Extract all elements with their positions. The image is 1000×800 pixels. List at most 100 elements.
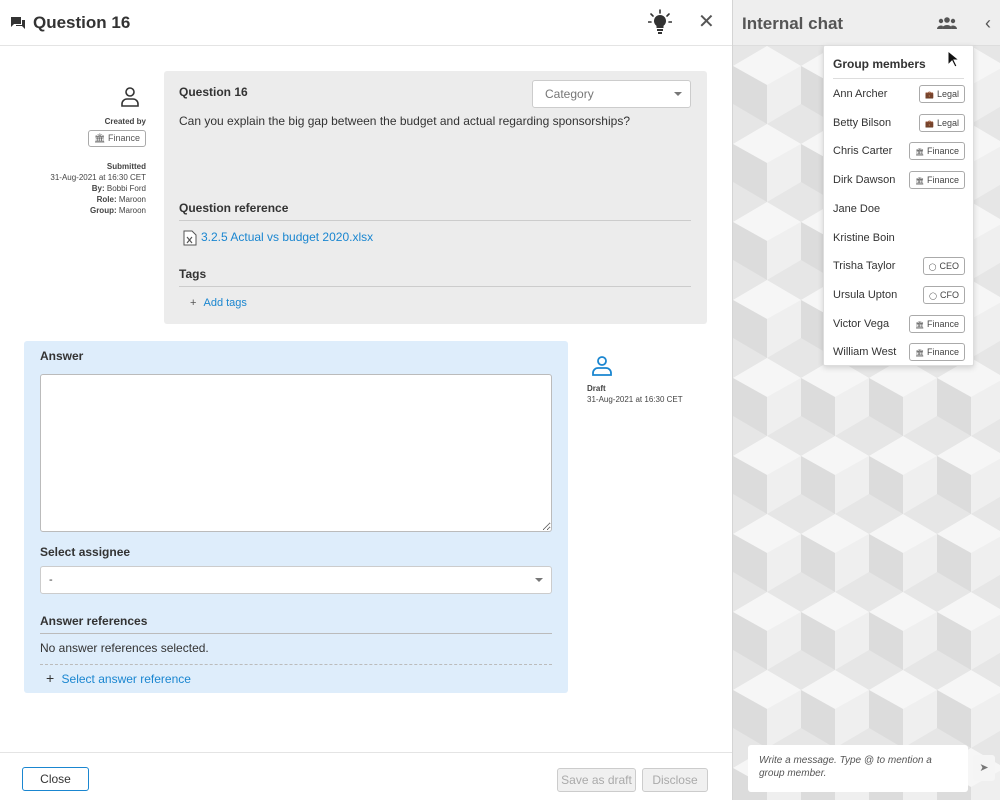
group-label: Group: — [89, 206, 117, 215]
member-row[interactable]: Chris Carter 🏛 Finance — [833, 142, 965, 162]
submitted-by: By: Bobbi Ford — [30, 183, 146, 194]
reference-file-name: 3.2.5 Actual vs budget 2020.xlsx — [201, 230, 374, 245]
member-tag: ◯ CFO — [923, 285, 965, 304]
member-name: Ann Archer — [833, 88, 888, 100]
plus-icon: + — [46, 670, 55, 686]
close-button[interactable]: Close — [22, 767, 89, 791]
no-references-text: No answer references selected. — [40, 641, 209, 655]
member-tag: 🏛 Finance — [909, 171, 965, 190]
divider — [40, 633, 552, 634]
bank-icon: 🏛 — [915, 149, 924, 157]
member-row[interactable]: William West 🏛 Finance — [833, 343, 965, 363]
submitted-label: Submitted — [106, 162, 146, 171]
member-row[interactable]: Dirk Dawson 🏛 Finance — [833, 171, 965, 191]
role-label: Role: — [96, 195, 117, 204]
answer-textarea[interactable] — [40, 374, 552, 532]
lightbulb-icon[interactable] — [648, 9, 672, 35]
answer-section: Answer Select assignee - Answer referenc… — [24, 341, 568, 693]
member-tag-label: Finance — [926, 146, 959, 157]
bank-icon: 🏛 — [94, 133, 106, 143]
close-icon[interactable]: ✕ — [698, 12, 715, 32]
chevron-left-icon[interactable]: ‹ — [985, 13, 991, 34]
member-tag: 💼 Legal — [919, 85, 965, 103]
question-header: Question 16 ✕ — [0, 0, 732, 46]
by-label: By: — [91, 184, 105, 193]
bank-icon: 🏛 — [915, 350, 924, 358]
add-tags-label: Add tags — [203, 297, 247, 309]
member-name: William West — [833, 346, 897, 359]
member-name: Chris Carter — [833, 145, 893, 158]
member-name: Betty Bilson — [833, 116, 892, 129]
member-tag: 🏛 Finance — [909, 314, 965, 333]
chat-bubble-icon — [11, 17, 25, 29]
draft-label: Draft — [587, 384, 606, 393]
member-row[interactable]: Trisha Taylor ◯ CEO — [833, 257, 965, 277]
internal-chat-panel: Internal chat ‹ Group members Ann Archer… — [732, 0, 1000, 800]
member-name: Ursula Upton — [833, 288, 898, 301]
draft-status: Draft 31-Aug-2021 at 16:30 CET — [587, 355, 683, 405]
member-row[interactable]: Betty Bilson 💼 Legal — [833, 113, 965, 134]
chat-title: Internal chat — [742, 14, 844, 33]
page-title: Question 16 — [33, 13, 131, 32]
member-tag-label: Legal — [936, 89, 959, 99]
member-name: Victor Vega — [833, 317, 890, 330]
created-by-label: Created by — [104, 117, 146, 126]
disclose-button[interactable]: Disclose — [642, 768, 708, 792]
submitted-role: Role: Maroon — [30, 194, 146, 205]
member-row[interactable]: Ann Archer 💼 Legal — [833, 85, 965, 105]
submitted-group: Group: Maroon — [30, 205, 146, 216]
draft-date: 31-Aug-2021 at 16:30 CET — [587, 395, 683, 404]
message-input[interactable]: Write a message. Type @ to mention a gro… — [748, 745, 968, 792]
members-title: Group members — [833, 57, 964, 79]
member-tag: 🏛 Finance — [909, 142, 965, 161]
question-reference-heading: Question reference — [179, 201, 691, 221]
member-tag: 💼 Legal — [919, 113, 965, 132]
person-icon — [592, 356, 612, 376]
assignee-heading: Select assignee — [40, 545, 131, 559]
assignee-value: - — [49, 574, 53, 586]
member-row[interactable]: Kristine Boin — [833, 229, 965, 249]
divider — [40, 664, 552, 665]
select-reference-label: Select answer reference — [61, 672, 191, 686]
footer: Close Save as draft Disclose — [0, 752, 732, 800]
member-tag-label: Finance — [926, 175, 959, 186]
member-name: Dirk Dawson — [833, 174, 896, 187]
member-name: Kristine Boin — [833, 231, 895, 244]
question-meta: Created by 🏛 Finance Submitted 31-Aug-20… — [30, 86, 146, 216]
by-value: Bobbi Ford — [106, 184, 146, 193]
assignee-select[interactable]: - — [40, 566, 552, 594]
bank-icon: 🏛 — [915, 178, 924, 186]
reference-file-link[interactable]: 3.2.5 Actual vs budget 2020.xlsx — [183, 230, 373, 246]
member-row[interactable]: Ursula Upton ◯ CFO — [833, 285, 965, 306]
question-card: Question 16 Category Can you explain the… — [164, 71, 707, 324]
briefcase-icon: 💼 — [925, 92, 934, 99]
category-select[interactable]: Category — [532, 80, 691, 108]
group-badge: 🏛 Finance — [88, 130, 146, 147]
briefcase-icon: 💼 — [925, 120, 934, 128]
group-badge-label: Finance — [107, 133, 140, 143]
save-draft-button[interactable]: Save as draft — [557, 768, 636, 792]
question-text: Can you explain the big gap between the … — [179, 114, 630, 128]
chevron-down-icon — [535, 578, 543, 582]
group-members-icon[interactable] — [937, 16, 957, 30]
question-title: Question 16 — [179, 85, 248, 99]
category-placeholder: Category — [545, 87, 594, 101]
tag-icon: ◯ — [928, 264, 937, 272]
question-panel: Question 16 ✕ Created by 🏛 Finance Submi… — [0, 0, 732, 800]
member-tag-label: Finance — [926, 318, 959, 329]
group-value: Maroon — [118, 206, 146, 215]
member-tag-label: Legal — [936, 117, 959, 128]
tags-heading: Tags — [179, 267, 691, 287]
member-row[interactable]: Victor Vega 🏛 Finance — [833, 314, 965, 335]
member-row[interactable]: Jane Doe — [833, 200, 965, 220]
message-placeholder: Write a message. Type @ to mention a gro… — [759, 755, 932, 779]
submitted-date: 31-Aug-2021 at 16:30 CET — [50, 173, 146, 182]
group-members-popup: Group members Ann Archer 💼 Legal Betty Bils… — [823, 45, 974, 366]
chevron-down-icon — [674, 92, 682, 96]
member-tag-label: CFO — [940, 289, 959, 300]
send-icon[interactable]: ➤ — [973, 755, 995, 781]
member-name: Trisha Taylor — [833, 260, 896, 273]
bank-icon: 🏛 — [915, 321, 924, 329]
add-tags-button[interactable]: + Add tags — [190, 297, 247, 309]
select-answer-reference-button[interactable]: + Select answer reference — [46, 670, 191, 686]
